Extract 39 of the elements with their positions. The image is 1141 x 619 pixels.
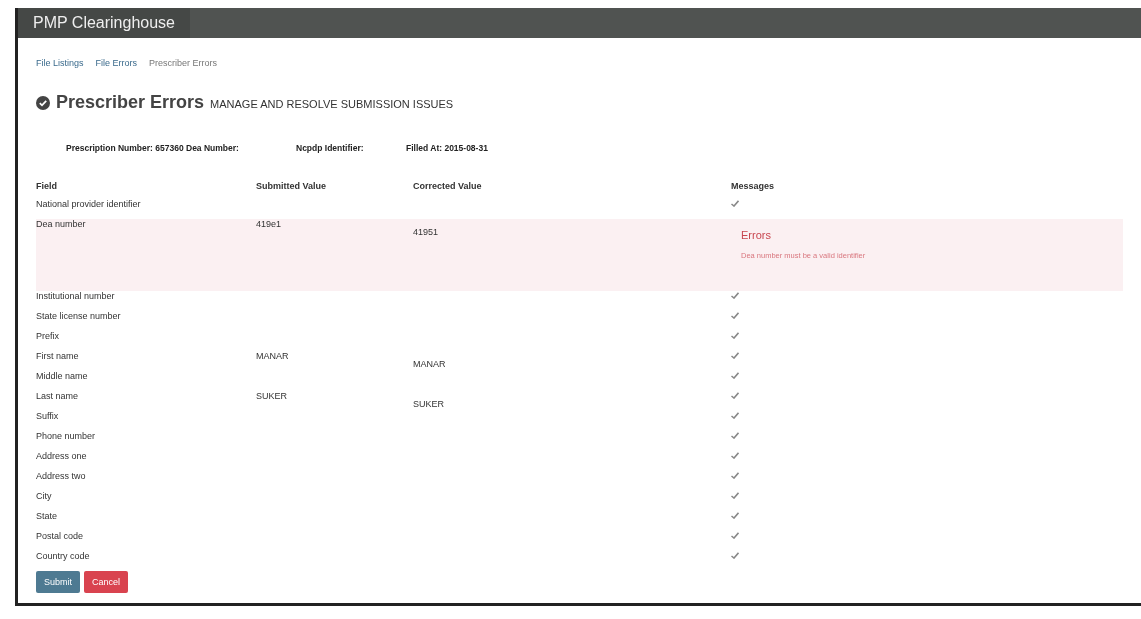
breadcrumb-current: Prescriber Errors [149,58,218,68]
field-label: Address two [36,471,86,481]
field-label: City [36,491,52,501]
field-label: National provider identifier [36,199,141,209]
column-header: Submitted Value [256,181,327,191]
field-label: Phone number [36,431,96,441]
field-label: Suffix [36,411,59,421]
field-label: Dea number [36,219,86,229]
breadcrumb-link[interactable]: File Listings [36,58,84,68]
field-label: State license number [36,311,121,321]
summary-text: Ncpdp Identifier: [296,143,365,153]
page-title: Prescriber Errors [56,92,205,113]
field-label: Postal code [36,531,84,541]
corrected-value: 41951 [413,227,439,237]
field-label: Address one [36,451,87,461]
form-button[interactable]: Cancel [84,571,129,593]
submitted-value: SUKER [256,391,287,401]
corrected-value: SUKER [413,399,444,409]
submitted-value: MANAR [256,351,289,361]
field-label: Country code [36,551,90,561]
submitted-value: 419e1 [256,219,282,229]
column-header: Field [36,181,58,191]
field-label: Last name [36,391,79,401]
field-label: Institutional number [36,291,115,301]
field-label: Prefix [36,331,59,341]
form-button[interactable]: Submit [36,571,80,593]
check-circle-icon [36,95,50,110]
summary-text: Prescription Number: 657360 Dea Number: [66,143,240,153]
page-subtitle: MANAGE AND RESOLVE SUBMISSION ISSUES [210,98,454,110]
error-title: Errors [741,229,772,241]
summary-text: Filled At: 2015-08-31 [406,143,488,153]
breadcrumb-link[interactable]: File Errors [95,58,138,68]
column-header: Messages [731,181,776,191]
corrected-value: MANAR [413,359,446,369]
column-header: Corrected Value [413,181,483,191]
field-label: Middle name [36,371,88,381]
field-label: First name [36,351,79,361]
field-label: State [36,511,57,521]
brand-title[interactable]: PMP Clearinghouse [18,8,190,38]
